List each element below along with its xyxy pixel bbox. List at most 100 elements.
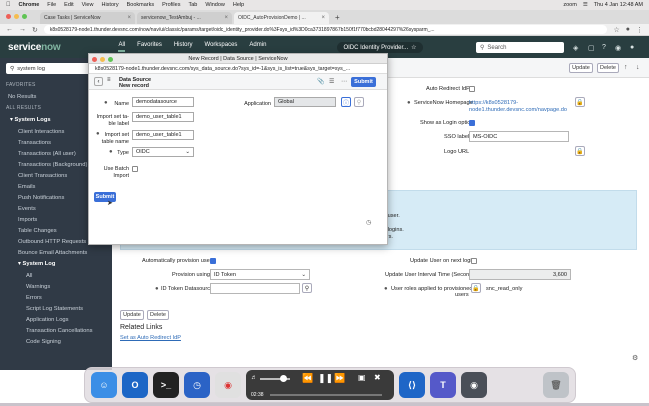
clock-icon[interactable]: ◷ [366, 219, 371, 226]
more-icon[interactable]: ⋯ [341, 78, 347, 85]
menu-view[interactable]: View [82, 2, 94, 8]
provision-using-select[interactable]: ID Token ⌄ [210, 269, 310, 280]
nav-item[interactable]: Transaction Cancellations [0, 325, 112, 336]
nav-item[interactable]: Bounce Email Attachments [0, 247, 112, 258]
close-tab-icon[interactable]: × [224, 15, 228, 21]
star-icon[interactable]: ☆ [613, 26, 619, 34]
update-interval-field[interactable]: 3,600 [469, 269, 571, 280]
import-set-table-field[interactable]: demo_user_table1 [132, 130, 194, 140]
clock-app-icon[interactable]: ◷ [184, 372, 210, 398]
servicenow-logo[interactable]: servicenow [8, 42, 61, 53]
update-on-login-checkbox[interactable] [471, 258, 477, 264]
update-button-top[interactable]: Update [569, 63, 593, 73]
forward-icon[interactable]: → [19, 26, 26, 33]
menu-edit[interactable]: Edit [64, 2, 73, 8]
maximize-window-icon[interactable] [22, 14, 27, 19]
nav-workspaces[interactable]: Workspaces [205, 42, 238, 52]
show-login-checkbox[interactable] [469, 120, 475, 126]
browser-tab-servicenow-test[interactable]: servicenow_TestAmbuj - ... × [137, 12, 232, 24]
maximize-window-icon[interactable] [108, 56, 113, 62]
finder-icon[interactable]: ☺ [91, 372, 117, 398]
lookup-search-icon[interactable]: ⚲ [354, 97, 364, 107]
zoom-status-icon[interactable]: zoom [563, 2, 576, 8]
pause-icon[interactable]: ❚❚ [318, 373, 333, 384]
lock-icon[interactable]: 🔒 [575, 146, 585, 156]
id-token-ds-field[interactable] [210, 283, 300, 294]
screenshot-icon[interactable]: ◉ [461, 372, 487, 398]
rewind-icon[interactable]: ⏪ [302, 373, 313, 384]
minimize-window-icon[interactable] [14, 14, 19, 19]
chat-icon[interactable]: ▢ [588, 44, 595, 52]
fast-forward-icon[interactable]: ⏩ [334, 373, 345, 384]
set-auto-redirect-link[interactable]: Set as Auto Redirect IdP [120, 335, 181, 341]
browser-tab-oidc[interactable]: OIDC_AutoProvisionDemo | ... × [234, 12, 329, 24]
close-window-icon[interactable] [6, 14, 11, 19]
lock-icon[interactable]: 🔒 [575, 97, 585, 107]
modal-url[interactable]: k8s0528179-node1.thunder.devsnc.com/sys_… [89, 64, 387, 74]
activity-icon[interactable]: ☰ [329, 78, 334, 85]
auto-provision-checkbox[interactable] [210, 258, 216, 264]
star-icon[interactable]: ☆ [411, 44, 416, 51]
reload-icon[interactable]: ↻ [32, 26, 38, 34]
import-set-label-field[interactable]: demo_user_table1 [132, 112, 194, 122]
next-record-icon[interactable]: ↓ [636, 64, 640, 71]
global-search-input[interactable]: ⚲ Search [476, 42, 564, 53]
submit-button-top[interactable]: Submit [351, 77, 376, 87]
name-field[interactable]: demodatasource [132, 97, 194, 107]
wifi-icon[interactable]: ☰ [583, 2, 588, 8]
nav-all[interactable]: All [118, 42, 126, 52]
delete-button-top[interactable]: Delete [597, 63, 619, 73]
volume-icon[interactable]: ♬ [251, 375, 257, 381]
profile-icon[interactable]: ● [626, 26, 630, 33]
attachment-icon[interactable]: 📎 [317, 78, 324, 85]
homepage-value[interactable]: https://k8s0528179-node1.thunder.devsnc.… [469, 100, 567, 114]
menu-app-name[interactable]: Chrome [19, 2, 40, 8]
apple-icon[interactable]:  [6, 2, 11, 8]
terminal-icon[interactable]: >_ [153, 372, 179, 398]
trash-icon[interactable]: 🗑 [543, 372, 569, 398]
browser-tab-case-tasks[interactable]: Case Tasks | ServiceNow × [40, 12, 135, 24]
notifications-icon[interactable]: ◉ [615, 44, 621, 52]
update-button[interactable]: Update [120, 310, 144, 320]
nav-favorites[interactable]: Favorites [137, 42, 162, 52]
scope-icon[interactable]: ◈ [573, 44, 578, 52]
menu-profiles[interactable]: Profiles [162, 2, 180, 8]
minimize-window-icon[interactable] [100, 56, 105, 62]
back-icon[interactable]: ← [6, 26, 13, 33]
teams-icon[interactable]: T [430, 372, 456, 398]
back-icon[interactable]: ‹ [94, 77, 103, 86]
close-tab-icon[interactable]: × [321, 15, 325, 21]
nav-history[interactable]: History [174, 42, 193, 52]
nav-admin[interactable]: Admin [249, 42, 266, 52]
menu-tab[interactable]: Tab [188, 2, 197, 8]
outlook-icon[interactable]: O [122, 372, 148, 398]
menu-history[interactable]: History [101, 2, 118, 8]
new-tab-button[interactable]: + [335, 13, 340, 22]
url-bar[interactable]: k8s0528179-node1.thunder.devsnc.com/now/… [43, 25, 608, 34]
application-field[interactable]: Global [274, 97, 336, 107]
hamburger-icon[interactable]: ≡ [107, 77, 111, 83]
info-icon[interactable]: ⓘ [341, 97, 351, 107]
delete-button[interactable]: Delete [147, 310, 169, 320]
settings-icon[interactable]: ⚙ [632, 354, 638, 362]
close-window-icon[interactable] [92, 56, 97, 62]
type-select[interactable]: OIDC ⌄ [132, 147, 194, 157]
avatar[interactable]: ● [630, 44, 634, 51]
nav-item[interactable]: Warnings [0, 281, 112, 292]
close-player-icon[interactable]: ✖ [374, 373, 381, 382]
cast-icon[interactable]: ▣ [358, 373, 366, 382]
volume-knob[interactable] [280, 375, 287, 382]
close-tab-icon[interactable]: × [127, 15, 131, 21]
menu-help[interactable]: Help [233, 2, 244, 8]
menu-window[interactable]: Window [205, 2, 225, 8]
menu-bookmarks[interactable]: Bookmarks [127, 2, 155, 8]
nav-group-system-log[interactable]: ▾ System Log [0, 258, 112, 270]
nav-item[interactable]: All [0, 270, 112, 281]
batch-import-checkbox[interactable] [132, 166, 138, 172]
chrome-icon[interactable]: ◉ [215, 372, 241, 398]
nav-item[interactable]: Code Signing [0, 336, 112, 347]
media-progress[interactable] [270, 394, 382, 396]
more-icon[interactable]: ⋮ [636, 26, 643, 34]
sso-field[interactable]: MS-OIDC [469, 131, 569, 142]
clock[interactable]: Thu 4 Jan 12:48 AM [594, 2, 643, 8]
